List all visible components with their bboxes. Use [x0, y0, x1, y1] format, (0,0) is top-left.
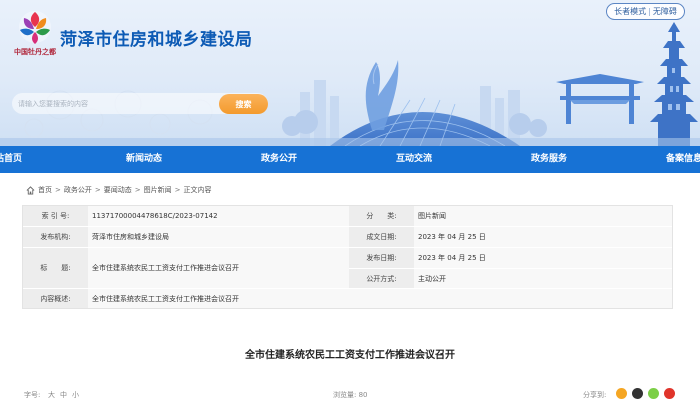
breadcrumb-home[interactable]: 首页: [38, 185, 52, 195]
svg-text:中国牡丹之都: 中国牡丹之都: [14, 47, 56, 56]
font-size-medium-button[interactable]: 中: [60, 390, 67, 400]
breadcrumb-separator: >: [134, 186, 141, 194]
font-size-small-button[interactable]: 小: [72, 390, 79, 400]
site-header: 中国牡丹之都 菏泽市住房和城乡建设局 长者模式 | 无障碍 搜索: [0, 0, 700, 146]
nav-item-gov-affairs[interactable]: 政务公开: [261, 146, 297, 173]
summary-label: 内容概述:: [23, 289, 88, 308]
breadcrumb: 首页 > 政务公开 > 要闻动态 > 图片新闻 > 正文内容: [26, 184, 212, 196]
breadcrumb-separator: >: [55, 186, 61, 194]
nav-item-services[interactable]: 政务服务: [531, 146, 567, 173]
qq-share-icon[interactable]: [664, 388, 675, 399]
view-count: 浏览量: 80: [333, 391, 368, 399]
breadcrumb-separator: >: [174, 186, 181, 194]
breadcrumb-photo-news[interactable]: 图片新闻: [144, 185, 172, 195]
search-button[interactable]: 搜索: [219, 94, 268, 114]
category-label: 分 类:: [349, 206, 414, 226]
home-icon: [26, 185, 35, 195]
nav-item-home[interactable]: 网站首页: [0, 146, 22, 173]
published-date-label: 发布日期:: [349, 248, 414, 268]
article-toolbar: 字号: 大 中 小 浏览量: 80 分享到:: [0, 386, 700, 403]
summary-value: 全市住建系统农民工工资支付工作推进会议召开: [88, 289, 672, 308]
qzone-share-icon[interactable]: [616, 388, 627, 399]
disclosure-value: 主动公开: [414, 269, 672, 288]
accessibility-link[interactable]: 无障碍: [653, 6, 677, 17]
breadcrumb-gov-affairs[interactable]: 政务公开: [64, 185, 92, 195]
share-label: 分享到:: [583, 391, 607, 399]
main-nav: 网站首页 新闻动态 政务公开 互动交流 政务服务 备案信息: [0, 146, 700, 173]
font-size-large-button[interactable]: 大: [48, 390, 55, 400]
index-number-value: 11371700004478618C/2023-07142: [88, 206, 349, 226]
weibo-share-icon[interactable]: [632, 388, 643, 399]
search-input[interactable]: [18, 96, 218, 111]
created-date-label: 成文日期:: [349, 227, 414, 247]
breadcrumb-current: 正文内容: [183, 186, 212, 194]
elder-mode-link[interactable]: 长者模式: [614, 6, 646, 17]
accessibility-mode-switch: 长者模式 | 无障碍: [606, 3, 685, 20]
created-date-value: 2023 年 04 月 25 日: [414, 227, 672, 247]
breadcrumb-separator: >: [94, 186, 101, 194]
category-value: 图片新闻: [414, 206, 672, 226]
site-title[interactable]: 菏泽市住房和城乡建设局: [60, 25, 253, 50]
nav-item-news[interactable]: 新闻动态: [126, 146, 162, 173]
issuer-value: 菏泽市住房和城乡建设局: [88, 227, 349, 247]
issuer-label: 发布机构:: [23, 227, 88, 247]
title-label: 标 题:: [23, 248, 88, 288]
index-number-label: 索 引 号:: [23, 206, 88, 226]
title-value: 全市住建系统农民工工资支付工作推进会议召开: [88, 248, 349, 288]
wechat-share-icon[interactable]: [648, 388, 659, 399]
breadcrumb-news[interactable]: 要闻动态: [104, 185, 132, 195]
nav-item-interaction[interactable]: 互动交流: [396, 146, 432, 173]
peony-logo-icon: 中国牡丹之都: [14, 11, 56, 56]
disclosure-label: 公开方式:: [349, 269, 414, 288]
page: 中国牡丹之都 菏泽市住房和城乡建设局 长者模式 | 无障碍 搜索 网站首页 新闻…: [0, 0, 700, 403]
article-title: 全市住建系统农民工工资支付工作推进会议召开: [245, 350, 455, 361]
published-date-value: 2023 年 04 月 25 日: [414, 248, 672, 268]
document-info-table: 索 引 号: 11371700004478618C/2023-07142 分 类…: [22, 205, 673, 309]
mode-divider: |: [648, 7, 651, 16]
header-banner-illustration: [0, 22, 700, 146]
font-size-label: 字号:: [24, 391, 41, 399]
nav-item-filing[interactable]: 备案信息: [666, 146, 700, 173]
